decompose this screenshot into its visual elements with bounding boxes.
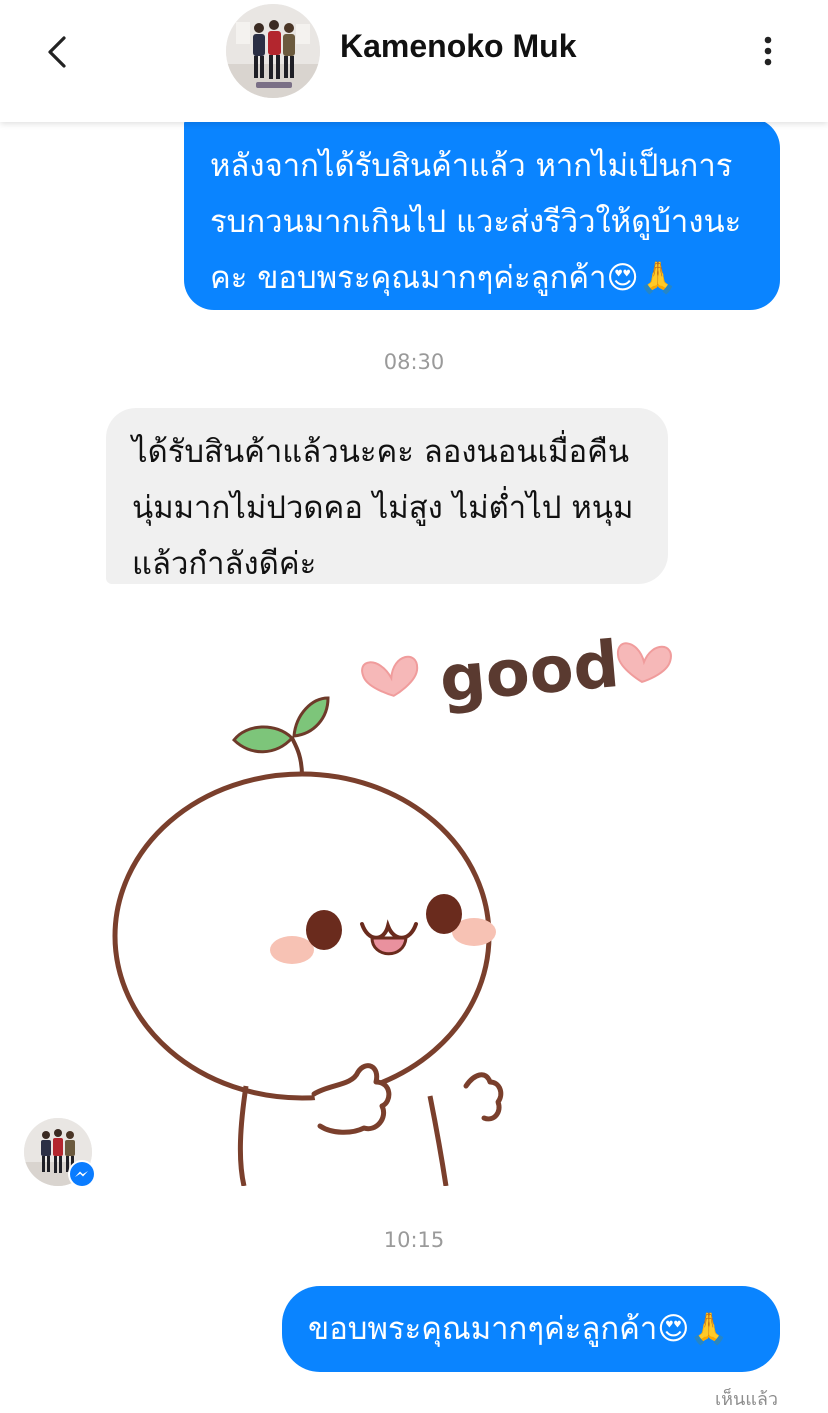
outgoing-message[interactable]: ขอบพระคุณมากๆค่ะลูกค้า😍🙏 xyxy=(282,1286,780,1372)
chevron-left-icon xyxy=(48,36,66,68)
messenger-icon xyxy=(70,1162,94,1186)
sticker-message[interactable]: good xyxy=(106,586,706,1187)
outgoing-message[interactable]: หลังจากได้รับสินค้าแล้ว หากไม่เป็นการ รบ… xyxy=(184,118,780,310)
page-title: Kamenoko Muk xyxy=(340,28,577,64)
seen-status: เห็นแล้ว xyxy=(714,1389,778,1410)
timestamp: 10:15 xyxy=(383,1228,445,1252)
back-button[interactable] xyxy=(40,30,80,74)
good-sticker-image: good xyxy=(112,628,672,1187)
contact-avatar[interactable] xyxy=(226,4,320,98)
incoming-message[interactable]: ได้รับสินค้าแล้วนะคะ ลองนอนเมื่อคืน นุ่ม… xyxy=(106,408,668,584)
messenger-badge xyxy=(68,1160,96,1188)
menu-button[interactable] xyxy=(756,34,780,68)
chat-header: Kamenoko Muk xyxy=(0,0,828,122)
sticker-word: good xyxy=(437,628,622,717)
avatar-image xyxy=(226,4,320,98)
timestamp: 08:30 xyxy=(383,350,445,374)
more-vertical-icon xyxy=(764,36,772,66)
